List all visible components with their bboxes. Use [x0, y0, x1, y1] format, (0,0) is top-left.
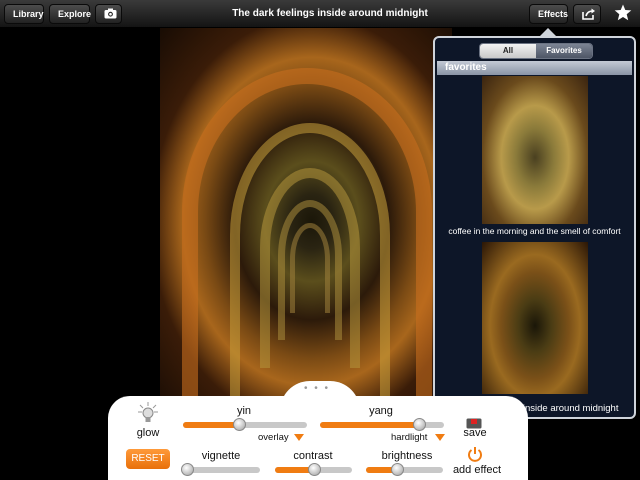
page-title: The dark feelings inside around midnight — [232, 8, 428, 19]
effects-button[interactable]: Effects — [529, 4, 568, 24]
tab-all[interactable]: All — [480, 44, 536, 58]
yang-slider[interactable] — [320, 418, 444, 431]
share-icon — [582, 8, 595, 20]
camera-icon — [104, 8, 117, 19]
panel-page-dots: • • • — [304, 383, 331, 394]
popover-arrow — [540, 28, 556, 36]
effect-caption[interactable]: coffee in the morning and the smell of c… — [435, 226, 634, 236]
vignette-slider-knob[interactable] — [180, 463, 194, 476]
add-effect-label[interactable]: add effect — [448, 464, 506, 476]
yin-label: yin — [236, 405, 252, 417]
tab-favorites[interactable]: Favorites — [536, 44, 592, 58]
vignette-slider[interactable] — [180, 463, 260, 476]
brightness-slider-knob[interactable] — [390, 463, 404, 476]
effect-thumbnail[interactable] — [482, 242, 588, 394]
camera-button[interactable] — [95, 4, 122, 24]
contrast-slider-knob[interactable] — [307, 463, 321, 476]
vignette-label: vignette — [201, 450, 241, 462]
yang-label: yang — [369, 405, 393, 417]
favorites-section-header: favorites — [437, 61, 632, 75]
top-toolbar: Library Explore The dark feelings inside… — [0, 0, 640, 28]
share-button[interactable] — [573, 4, 601, 24]
glow-label: glow — [136, 427, 160, 439]
effects-popover: All Favorites favorites coffee in the mo… — [433, 36, 636, 419]
effects-filter-segmented-control: All Favorites — [479, 43, 593, 59]
save-label[interactable]: save — [458, 427, 492, 439]
reset-button[interactable]: RESET — [126, 449, 170, 469]
yin-blend-dropdown-icon[interactable] — [294, 434, 304, 441]
brightness-slider[interactable] — [366, 463, 443, 476]
effect-thumbnail[interactable] — [482, 76, 588, 224]
favorite-button[interactable] — [606, 4, 636, 24]
star-icon — [614, 4, 632, 21]
library-button[interactable]: Library — [4, 4, 44, 24]
yang-blend-mode[interactable]: hardlight — [391, 432, 427, 443]
yin-blend-mode[interactable]: overlay — [258, 432, 289, 443]
brightness-label: brightness — [381, 450, 433, 462]
yin-slider[interactable] — [183, 418, 307, 431]
glow-icon[interactable] — [138, 402, 158, 429]
yang-blend-dropdown-icon[interactable] — [435, 434, 445, 441]
explore-button[interactable]: Explore — [49, 4, 91, 24]
photo-canvas[interactable] — [160, 28, 452, 400]
contrast-label: contrast — [293, 450, 333, 462]
yin-slider-knob[interactable] — [232, 418, 246, 431]
contrast-slider[interactable] — [275, 463, 352, 476]
